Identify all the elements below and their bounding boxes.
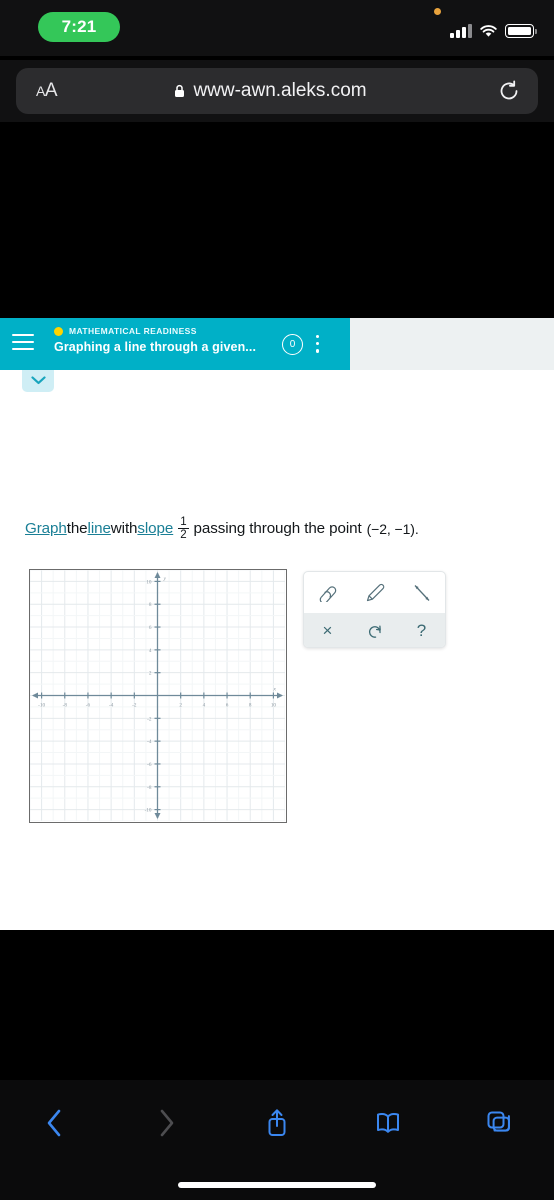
- line-segment-icon[interactable]: [405, 579, 439, 607]
- share-button[interactable]: [222, 1106, 333, 1140]
- link-line[interactable]: line: [88, 520, 111, 537]
- kebab-icon[interactable]: [316, 335, 320, 354]
- safari-bottom-toolbar: [0, 1080, 554, 1200]
- svg-text:2: 2: [149, 671, 152, 677]
- reload-icon[interactable]: [498, 80, 520, 102]
- aleks-header: MATHEMATICAL READINESS Graphing a line t…: [0, 318, 350, 370]
- svg-text:-10: -10: [145, 808, 152, 814]
- svg-text:-10: -10: [38, 703, 45, 709]
- fraction-denominator: 2: [178, 528, 189, 542]
- safari-url-bar-area: AAAA www-awn.aleks.com: [0, 60, 554, 122]
- progress-counter-badge[interactable]: 0: [282, 334, 303, 355]
- svg-text:4: 4: [203, 703, 206, 709]
- svg-text:4: 4: [149, 648, 152, 654]
- graph-svg: -10 -8 -6 -4 -2 2 4 6 8 10 -10 -8 -6 -4 -2 2 4 6 8 10 x y: [30, 570, 285, 821]
- chevron-down-icon: [30, 372, 46, 390]
- svg-text:-2: -2: [147, 716, 152, 722]
- svg-text:-8: -8: [147, 785, 152, 791]
- link-graph[interactable]: Graph: [25, 520, 67, 537]
- course-label: MATHEMATICAL READINESS: [69, 326, 197, 336]
- svg-text:-6: -6: [147, 762, 152, 768]
- palette-row-actions: × ?: [304, 613, 445, 647]
- header-right-filler: [350, 318, 554, 370]
- tabs-button[interactable]: [443, 1108, 554, 1138]
- svg-text:-4: -4: [147, 739, 152, 745]
- undo-button[interactable]: [358, 617, 392, 645]
- clear-button[interactable]: ×: [311, 617, 345, 645]
- wifi-icon: [479, 24, 498, 38]
- svg-text:2: 2: [179, 703, 182, 709]
- svg-text:-2: -2: [132, 703, 137, 709]
- bookmarks-button[interactable]: [332, 1108, 443, 1138]
- header-kicker: MATHEMATICAL READINESS: [54, 326, 256, 336]
- question-word-with: with: [110, 520, 138, 538]
- svg-text:y: y: [163, 576, 167, 582]
- cellular-signal-icon: [450, 24, 472, 38]
- fraction-numerator: 1: [180, 516, 187, 528]
- pencil-icon[interactable]: [358, 579, 392, 607]
- svg-text:8: 8: [249, 703, 252, 709]
- web-page-viewport: MATHEMATICAL READINESS Graphing a line t…: [0, 122, 554, 930]
- svg-text:-4: -4: [109, 703, 114, 709]
- coordinate-grid-canvas[interactable]: -10 -8 -6 -4 -2 2 4 6 8 10 -10 -8 -6 -4 -2 2 4 6 8 10 x y: [29, 569, 287, 823]
- address-bar[interactable]: AAAA www-awn.aleks.com: [16, 68, 538, 114]
- svg-text:6: 6: [149, 625, 152, 631]
- question-point: (−2, −1).: [366, 520, 419, 537]
- eraser-icon[interactable]: [311, 579, 345, 607]
- palette-row-tools: [304, 572, 445, 613]
- ios-status-bar: 7:21: [0, 0, 554, 56]
- svg-text:6: 6: [226, 703, 229, 709]
- question-word-the: the: [66, 520, 88, 538]
- drawing-tool-palette: × ?: [303, 571, 446, 648]
- back-button[interactable]: [0, 1106, 111, 1140]
- link-slope[interactable]: slope: [137, 520, 173, 537]
- page-title: Graphing a line through a given...: [54, 340, 257, 354]
- expand-panel-button[interactable]: [22, 370, 54, 392]
- forward-button: [111, 1106, 222, 1140]
- svg-text:x: x: [273, 687, 277, 693]
- battery-icon: [505, 24, 537, 38]
- status-indicators: [450, 18, 537, 38]
- svg-text:10: 10: [146, 579, 152, 585]
- url-display[interactable]: www-awn.aleks.com: [43, 80, 498, 102]
- url-text: www-awn.aleks.com: [193, 80, 367, 101]
- slope-fraction: 1 2: [178, 516, 189, 542]
- svg-text:-6: -6: [86, 703, 91, 709]
- status-dot-icon: [54, 326, 63, 336]
- hamburger-icon[interactable]: [12, 334, 34, 352]
- svg-text:8: 8: [149, 602, 152, 608]
- home-indicator: [178, 1182, 376, 1188]
- phone-screen: 7:21 AAAA: [0, 0, 554, 1200]
- svg-text:-8: -8: [63, 703, 68, 709]
- header-titles: MATHEMATICAL READINESS Graphing a line t…: [54, 326, 256, 354]
- svg-text:10: 10: [271, 703, 277, 709]
- question-text: Graph the line with slope 1 2 passing th…: [25, 516, 545, 542]
- lock-icon: [174, 84, 185, 98]
- question-phrase-passing: passing through the point: [193, 520, 362, 538]
- status-time-recording-pill[interactable]: 7:21: [38, 12, 120, 42]
- help-button[interactable]: ?: [405, 617, 439, 645]
- microphone-indicator-icon: [434, 8, 441, 15]
